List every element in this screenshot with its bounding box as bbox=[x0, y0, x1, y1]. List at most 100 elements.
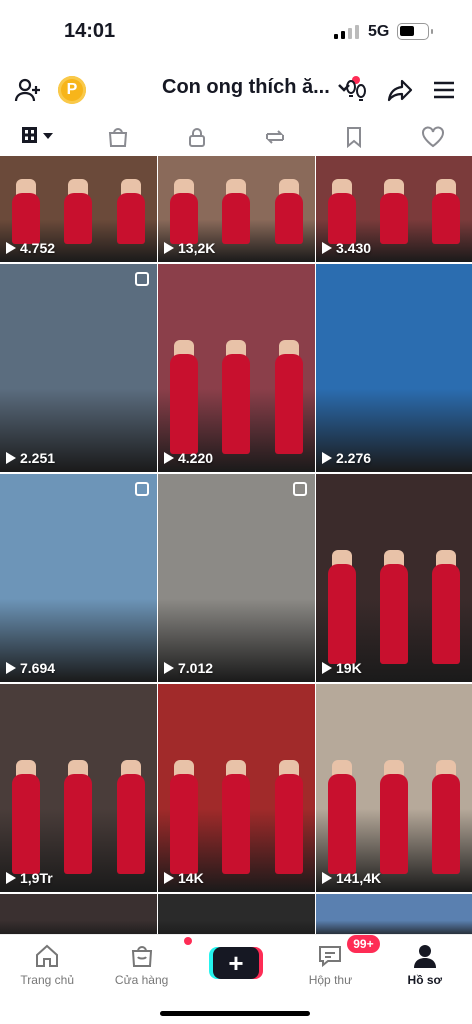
play-icon bbox=[322, 452, 332, 464]
thumbnail-figures bbox=[316, 180, 472, 244]
video-thumbnail[interactable] bbox=[0, 894, 157, 938]
heart-icon bbox=[421, 126, 444, 148]
video-thumbnail[interactable]: 141,4K bbox=[316, 684, 472, 892]
view-count: 7.012 bbox=[164, 660, 213, 676]
bottom-nav: Trang chủ Cửa hàng + 99+ Hộp thư Hồ sơ bbox=[0, 934, 472, 1024]
view-count: 1,9Tr bbox=[6, 870, 53, 886]
home-indicator bbox=[160, 1011, 310, 1016]
video-thumbnail[interactable]: 13,2K bbox=[158, 156, 315, 262]
status-bar: 14:01 5G bbox=[0, 0, 472, 62]
profile-icon bbox=[413, 945, 436, 968]
view-count: 4.220 bbox=[164, 450, 213, 466]
network-label: 5G bbox=[368, 23, 390, 40]
shop-icon bbox=[131, 946, 152, 967]
nav-profile-label: Hồ sơ bbox=[407, 973, 443, 987]
share-icon[interactable] bbox=[384, 74, 416, 106]
video-thumbnail[interactable] bbox=[158, 894, 315, 938]
profile-header: P Con ong thích ă... bbox=[0, 64, 472, 114]
nav-inbox-label: Hộp thư bbox=[308, 973, 353, 987]
bookmark-icon bbox=[347, 127, 362, 148]
tab-reposts[interactable] bbox=[236, 116, 315, 158]
view-count: 14K bbox=[164, 870, 204, 886]
thumbnail-figures bbox=[158, 749, 315, 874]
play-icon bbox=[6, 872, 16, 884]
nav-shop-label: Cửa hàng bbox=[114, 973, 169, 987]
view-count-label: 14K bbox=[178, 870, 204, 886]
view-count-label: 13,2K bbox=[178, 240, 216, 256]
thumbnail-figures bbox=[0, 749, 157, 874]
view-count: 3.430 bbox=[322, 240, 371, 256]
home-icon bbox=[36, 944, 59, 967]
view-count-label: 2.276 bbox=[336, 450, 372, 466]
inbox-icon bbox=[319, 946, 342, 968]
repost-icon bbox=[266, 130, 285, 144]
profile-tabs bbox=[0, 116, 472, 158]
footprint-icon[interactable] bbox=[340, 74, 372, 106]
tab-liked[interactable] bbox=[393, 116, 472, 158]
multi-photo-icon bbox=[293, 482, 307, 496]
play-icon bbox=[6, 452, 16, 464]
view-count: 13,2K bbox=[164, 240, 215, 256]
view-count: 7.694 bbox=[6, 660, 55, 676]
tab-private[interactable] bbox=[157, 116, 236, 158]
view-count-label: 4.752 bbox=[20, 240, 56, 256]
view-count: 141,4K bbox=[322, 870, 381, 886]
view-count-label: 7.012 bbox=[178, 660, 214, 676]
shopping-bag-icon bbox=[108, 128, 128, 147]
view-count-label: 7.694 bbox=[20, 660, 56, 676]
play-icon bbox=[164, 872, 174, 884]
play-icon bbox=[322, 872, 332, 884]
profile-switcher[interactable]: Con ong thích ă... bbox=[162, 76, 360, 99]
nav-home-label: Trang chủ bbox=[20, 973, 74, 987]
play-icon bbox=[164, 452, 174, 464]
nav-profile[interactable]: Hồ sơ bbox=[378, 935, 472, 1024]
thumbnail-figures bbox=[0, 180, 157, 244]
menu-icon[interactable] bbox=[428, 74, 460, 106]
play-icon bbox=[164, 662, 174, 674]
view-count: 2.251 bbox=[6, 450, 55, 466]
play-icon bbox=[322, 242, 332, 254]
create-button[interactable]: + bbox=[213, 947, 260, 979]
multi-photo-icon bbox=[135, 482, 149, 496]
view-count-label: 19K bbox=[336, 660, 362, 676]
coin-icon[interactable]: P bbox=[58, 76, 86, 104]
video-grid: 4.752 13,2K 3.430 2.251 4.220 2.276 7.694 7.012… bbox=[0, 156, 472, 938]
play-icon bbox=[6, 662, 16, 674]
video-thumbnail[interactable]: 14K bbox=[158, 684, 315, 892]
thumbnail-figures bbox=[316, 539, 472, 664]
play-icon bbox=[322, 662, 332, 674]
lock-icon bbox=[188, 128, 205, 147]
add-friend-icon[interactable] bbox=[12, 74, 44, 106]
tab-favorites[interactable] bbox=[315, 116, 394, 158]
tab-videos[interactable] bbox=[0, 116, 79, 158]
play-icon bbox=[164, 242, 174, 254]
video-thumbnail[interactable]: 1,9Tr bbox=[0, 684, 157, 892]
thumbnail-figures bbox=[316, 749, 472, 874]
view-count-label: 1,9Tr bbox=[20, 870, 53, 886]
battery-icon bbox=[397, 23, 433, 40]
video-thumbnail[interactable]: 4.752 bbox=[0, 156, 157, 262]
video-thumbnail[interactable] bbox=[316, 894, 472, 938]
play-icon bbox=[6, 242, 16, 254]
profile-name: Con ong thích ă... bbox=[162, 76, 330, 98]
video-thumbnail[interactable]: 7.012 bbox=[158, 474, 315, 682]
video-thumbnail[interactable]: 2.251 bbox=[0, 264, 157, 472]
inbox-badge: 99+ bbox=[347, 935, 380, 953]
nav-home[interactable]: Trang chủ bbox=[0, 935, 94, 1024]
view-count: 4.752 bbox=[6, 240, 55, 256]
multi-photo-icon bbox=[135, 272, 149, 286]
view-count-label: 3.430 bbox=[336, 240, 372, 256]
video-thumbnail[interactable]: 3.430 bbox=[316, 156, 472, 262]
video-thumbnail[interactable]: 19K bbox=[316, 474, 472, 682]
video-thumbnail[interactable]: 4.220 bbox=[158, 264, 315, 472]
thumbnail-figures bbox=[158, 329, 315, 454]
video-thumbnail[interactable]: 2.276 bbox=[316, 264, 472, 472]
view-count-label: 4.220 bbox=[178, 450, 214, 466]
video-thumbnail[interactable]: 7.694 bbox=[0, 474, 157, 682]
view-count-label: 2.251 bbox=[20, 450, 56, 466]
signal-icon bbox=[334, 24, 359, 39]
status-time: 14:01 bbox=[64, 20, 116, 42]
view-count: 19K bbox=[322, 660, 362, 676]
thumbnail-figures bbox=[158, 180, 315, 244]
tab-shop[interactable] bbox=[79, 116, 158, 158]
